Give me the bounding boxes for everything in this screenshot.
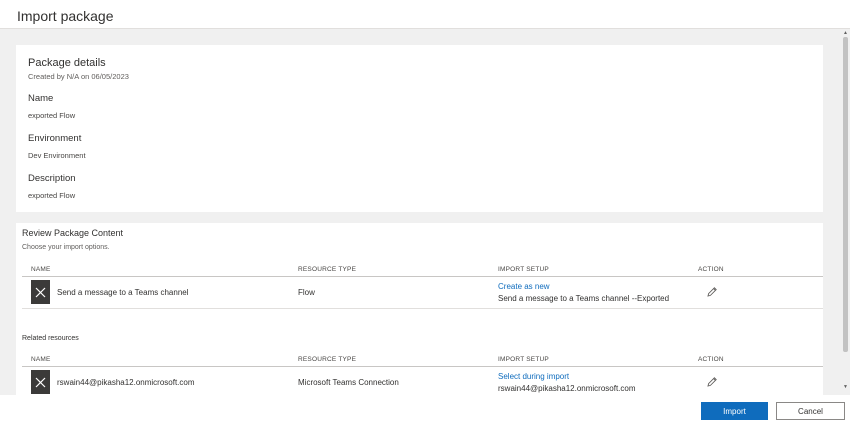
dialog-footer: Import Cancel (0, 395, 850, 421)
pencil-icon[interactable] (706, 286, 718, 298)
scroll-down-arrow-icon[interactable]: ▼ (843, 384, 848, 390)
related-resource-name: rswain44@pikasha12.onmicrosoft.com (57, 378, 195, 387)
resource-type: Flow (298, 288, 315, 297)
name-value: exported Flow (28, 111, 76, 120)
related-column-header-import-setup: IMPORT SETUP (498, 356, 549, 363)
flow-item-icon (31, 280, 50, 304)
related-column-header-resource-type: RESOURCE TYPE (298, 356, 357, 363)
row-divider (22, 308, 823, 309)
related-column-header-action: ACTION (698, 356, 724, 363)
environment-value: Dev Environment (28, 151, 86, 160)
import-setup-detail: Send a message to a Teams channel --Expo… (498, 294, 670, 303)
column-header-action: ACTION (698, 266, 724, 273)
review-package-title: Review Package Content (22, 228, 124, 238)
scroll-up-arrow-icon[interactable]: ▲ (843, 30, 848, 36)
related-resource-type: Microsoft Teams Connection (298, 378, 399, 387)
select-during-import-link[interactable]: Select during import (498, 372, 569, 381)
scrollbar-thumb[interactable] (843, 37, 848, 352)
description-label: Description (28, 173, 76, 184)
description-value: exported Flow (28, 191, 76, 200)
close-x-icon (35, 287, 46, 297)
column-header-resource-type: RESOURCE TYPE (298, 266, 357, 273)
create-as-new-link[interactable]: Create as new (498, 282, 550, 291)
dialog-content: Package details Created by N/A on 06/05/… (0, 29, 850, 395)
import-button[interactable]: Import (701, 402, 768, 420)
review-package-card: Review Package Content Choose your impor… (16, 223, 823, 395)
connection-item-icon (31, 370, 50, 394)
related-import-setup-detail: rswain44@pikasha12.onmicrosoft.com (498, 384, 636, 393)
column-header-import-setup: IMPORT SETUP (498, 266, 549, 273)
related-resources-title: Related resources (22, 335, 79, 342)
column-header-name: NAME (31, 266, 51, 273)
cancel-button[interactable]: Cancel (776, 402, 845, 420)
related-header-divider (22, 366, 823, 367)
close-x-icon (35, 377, 46, 387)
environment-label: Environment (28, 133, 82, 144)
resource-name: Send a message to a Teams channel (57, 288, 189, 297)
name-label: Name (28, 93, 54, 104)
dialog-title: Import package (17, 8, 114, 24)
related-column-header-name: NAME (31, 356, 51, 363)
package-details-card: Package details Created by N/A on 06/05/… (16, 45, 823, 212)
header-divider (22, 276, 823, 277)
dialog-header: Import package (0, 0, 850, 29)
package-created-by: Created by N/A on 06/05/2023 (28, 72, 129, 81)
review-package-subtitle: Choose your import options. (22, 244, 110, 251)
package-details-title: Package details (28, 57, 106, 69)
vertical-scrollbar[interactable]: ▲ ▼ (841, 29, 850, 395)
pencil-icon[interactable] (706, 376, 718, 388)
